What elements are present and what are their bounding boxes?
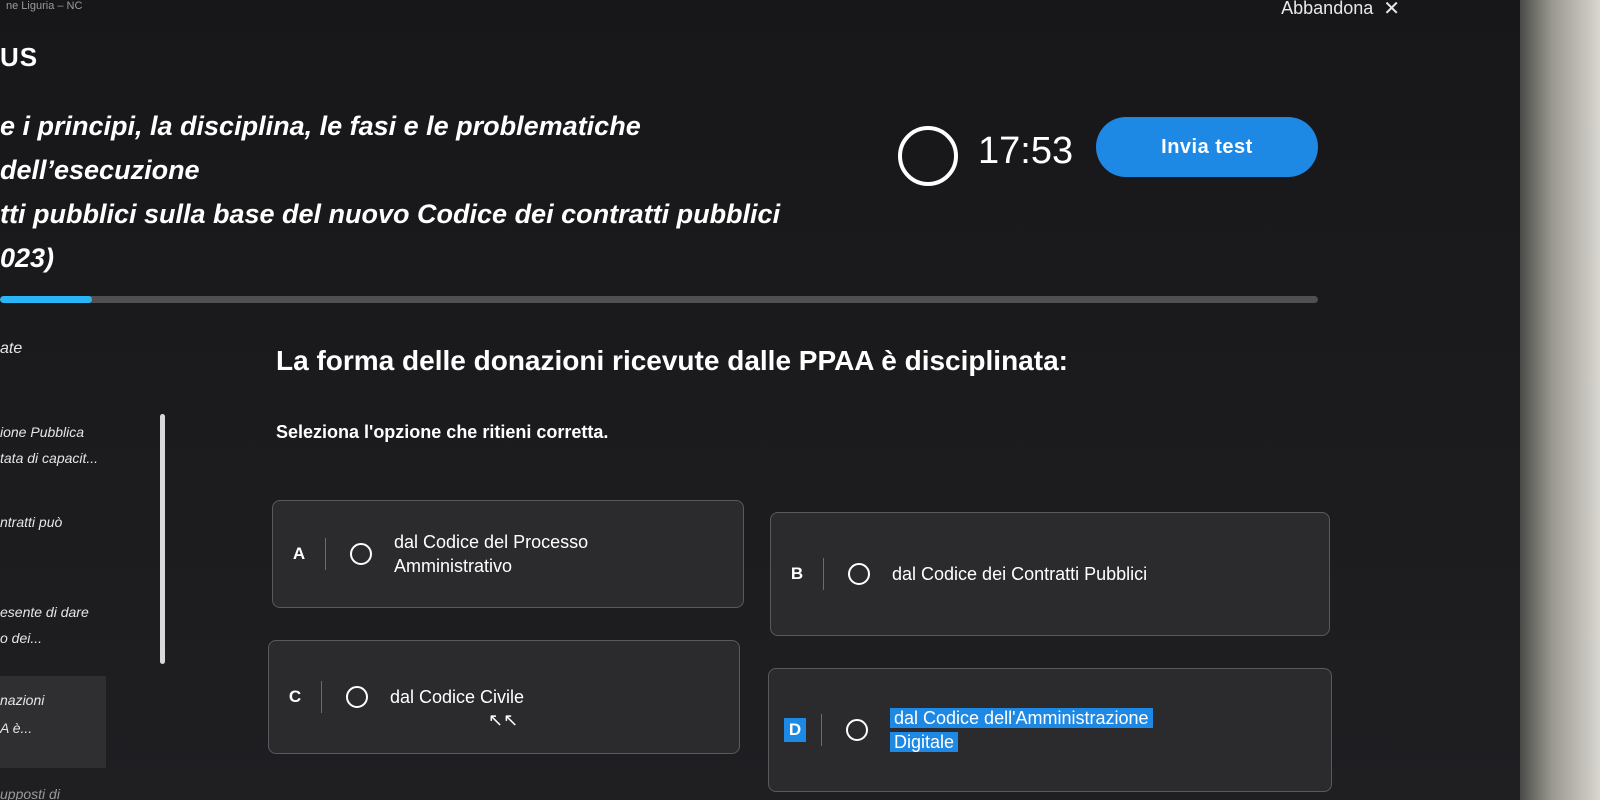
app-logo: US xyxy=(0,42,39,72)
radio-circle-icon[interactable] xyxy=(848,563,870,585)
sidebar-active-item[interactable]: nazioni A è... xyxy=(0,676,106,768)
option-text: dal Codice Civile xyxy=(390,687,525,707)
progress-bar xyxy=(0,296,1318,303)
mouse-cursor-icon: ↖↖ xyxy=(488,710,519,730)
radio-circle-icon[interactable] xyxy=(846,719,868,741)
leave-quiz-button[interactable]: Abbandona ✕ xyxy=(1281,0,1400,21)
monitor-bezel xyxy=(1520,0,1600,800)
sidebar-item[interactable]: o dei... xyxy=(0,630,42,646)
sidebar-item[interactable]: ione Pubblica xyxy=(0,424,84,440)
divider xyxy=(823,558,824,590)
option-letter: C xyxy=(288,687,302,706)
option-text-line-2: Amministrativo xyxy=(394,556,513,576)
radio-circle-icon[interactable] xyxy=(346,686,368,708)
sidebar-item: A è... xyxy=(0,720,33,736)
breadcrumb: ne Liguria – NC xyxy=(6,0,83,12)
option-text: dal Codice dell'Amministrazione Digitale xyxy=(890,706,1153,754)
submit-test-button[interactable]: Invia test xyxy=(1096,117,1318,177)
sidebar-item[interactable]: esente di dare xyxy=(0,604,89,620)
option-text-line-2: Digitale xyxy=(890,732,959,752)
divider xyxy=(321,681,322,713)
countdown-timer: 17:53 xyxy=(978,130,1074,172)
divider xyxy=(325,538,326,570)
timer-ring-icon xyxy=(898,126,958,186)
truncated-sidebar-text: upposti di xyxy=(0,786,60,800)
course-title-line-2: tti pubblici sulla base del nuovo Codice… xyxy=(0,199,781,229)
close-icon: ✕ xyxy=(1383,0,1400,20)
sidebar-item[interactable]: tata di capacit... xyxy=(0,450,98,466)
option-letter: D xyxy=(784,718,806,742)
radio-circle-icon[interactable] xyxy=(350,543,372,565)
course-title-line-3: 023) xyxy=(0,243,55,273)
quiz-app: ne Liguria – NC Abbandona ✕ US e i princ… xyxy=(0,0,1520,800)
option-letter: A xyxy=(292,544,306,563)
progress-fill xyxy=(0,296,93,303)
divider xyxy=(821,714,822,746)
option-text: dal Codice del Processo Amministrativo xyxy=(394,530,588,578)
sidebar-item: nazioni xyxy=(0,692,45,708)
answer-option-c[interactable]: C dal Codice Civile xyxy=(268,640,740,754)
option-text-line-1: dal Codice del Processo xyxy=(394,532,589,552)
question-sidebar: ate ione Pubblica tata di capacit... ntr… xyxy=(0,340,176,800)
sidebar-scrollbar[interactable] xyxy=(160,414,165,664)
question-instruction: Seleziona l'opzione che ritieni corretta… xyxy=(276,422,609,442)
answer-option-b[interactable]: B dal Codice dei Contratti Pubblici xyxy=(770,512,1330,636)
answer-option-d[interactable]: D dal Codice dell'Amministrazione Digita… xyxy=(768,668,1332,792)
option-text: dal Codice dei Contratti Pubblici xyxy=(892,564,1148,584)
question-text: La forma delle donazioni ricevute dalle … xyxy=(276,345,1068,376)
course-title-line-1: e i principi, la disciplina, le fasi e l… xyxy=(0,111,641,185)
option-letter: B xyxy=(790,564,804,583)
answer-option-a[interactable]: A dal Codice del Processo Amministrativo xyxy=(272,500,744,608)
leave-label: Abbandona xyxy=(1281,0,1374,18)
sidebar-section-label: ate xyxy=(0,340,23,357)
course-title: e i principi, la disciplina, le fasi e l… xyxy=(0,104,820,280)
option-text-line-1: dal Codice dell'Amministrazione xyxy=(890,708,1153,728)
sidebar-item[interactable]: ntratti può xyxy=(0,514,62,530)
